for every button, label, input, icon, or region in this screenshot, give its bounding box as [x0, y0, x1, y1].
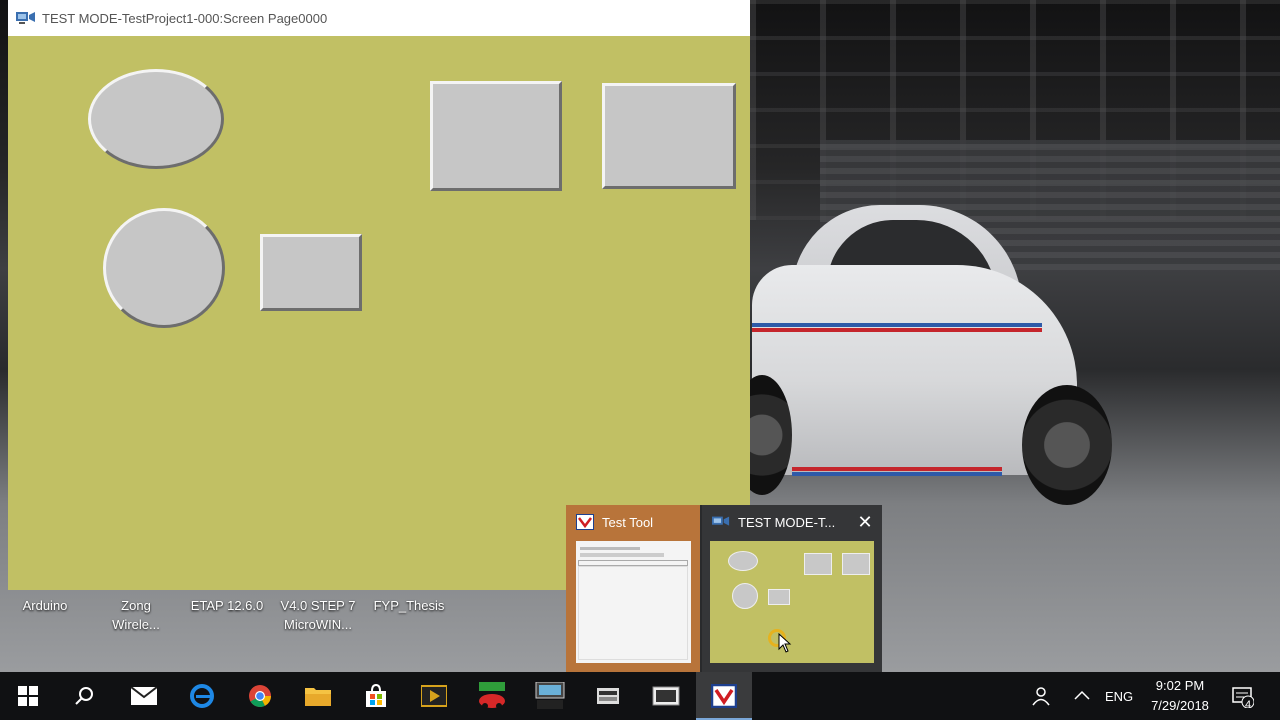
- thumbnail-test-tool[interactable]: Test Tool: [566, 505, 700, 672]
- taskbar-store[interactable]: [348, 672, 404, 720]
- hmi-ellipse-lamp[interactable]: [88, 69, 224, 169]
- modbus-app-icon: [479, 682, 505, 709]
- taskbar-media-app[interactable]: [406, 672, 462, 720]
- test-mode-app-icon: [712, 516, 730, 526]
- mail-icon: [131, 687, 157, 705]
- desktop-icon-label: V4.0 STEP 7: [280, 598, 356, 613]
- window-title: TEST MODE-TestProject1-000:Screen Page00…: [42, 10, 328, 26]
- windows-start-icon: [18, 686, 38, 706]
- media-app-icon: [421, 685, 447, 707]
- hmi-circle-lamp[interactable]: [103, 208, 225, 328]
- taskbar-hmi-device[interactable]: [638, 672, 694, 720]
- test-mode-window: TEST MODE-TestProject1-000:Screen Page00…: [8, 0, 750, 590]
- store-icon: [366, 684, 386, 707]
- taskbar-clock[interactable]: 9:02 PM 7/29/2018: [1140, 676, 1220, 716]
- people-icon[interactable]: [1030, 686, 1052, 706]
- taskbar-file-explorer[interactable]: [290, 672, 346, 720]
- wallpaper-car: [732, 205, 1112, 505]
- notification-count-badge: 4: [1245, 699, 1252, 711]
- mouse-cursor-icon: [778, 633, 792, 653]
- thumbnail-test-mode[interactable]: TEST MODE-T... ✕: [702, 505, 882, 672]
- test-tool-preview: [576, 541, 691, 663]
- taskbar-test-tool[interactable]: [696, 672, 752, 720]
- chrome-icon: [249, 685, 271, 707]
- thumbnail-title: TEST MODE-T...: [738, 514, 836, 530]
- desktop-icon-label: Arduino: [22, 598, 68, 613]
- hmi-small-button[interactable]: [260, 234, 362, 311]
- desktop-icon-step7[interactable]: V4.0 STEP 7 MicroWIN...: [276, 596, 360, 634]
- test-mode-app-icon: [16, 12, 35, 24]
- desktop-icon-etap[interactable]: ETAP 12.6.0: [186, 596, 268, 615]
- desktop-icon-zong[interactable]: Zong Wirele...: [100, 596, 172, 634]
- taskbar-modbus-app[interactable]: [464, 672, 520, 720]
- test-tool-icon: [711, 684, 737, 708]
- desktop-icon-label: Zong: [121, 598, 151, 613]
- start-button[interactable]: [0, 672, 56, 720]
- taskbar-edge[interactable]: [174, 672, 230, 720]
- edge-icon: [190, 684, 214, 708]
- test-mode-preview: [710, 541, 874, 663]
- clock-date: 7/29/2018: [1151, 698, 1209, 713]
- cxd-app-icon: [535, 682, 565, 709]
- clock-time: 9:02 PM: [1155, 678, 1205, 693]
- hmi-square-button-1[interactable]: [430, 81, 562, 191]
- language-indicator[interactable]: ENG: [1105, 689, 1133, 704]
- hmi-square-button-2[interactable]: [602, 83, 736, 189]
- desktop-icon-fyp-thesis[interactable]: FYP_Thesis: [370, 596, 448, 615]
- desktop-icon-arduino[interactable]: Arduino: [10, 596, 80, 615]
- chevron-up-icon[interactable]: [1074, 690, 1090, 700]
- thumbnail-title: Test Tool: [602, 514, 654, 530]
- taskbar: ENG 4: [0, 672, 1280, 720]
- desktop-icon-label: FYP_Thesis: [373, 598, 445, 613]
- taskbar-plc-device[interactable]: [580, 672, 636, 720]
- desktop-icon-label: MicroWIN...: [284, 617, 352, 632]
- taskbar-cxd-app[interactable]: [522, 672, 578, 720]
- file-explorer-icon: [305, 688, 331, 706]
- taskbar-thumbnail-popup: Test Tool TEST MODE-T... ✕: [566, 505, 882, 672]
- search-button[interactable]: [56, 672, 112, 720]
- taskbar-chrome[interactable]: [232, 672, 288, 720]
- taskbar-mail[interactable]: [116, 672, 172, 720]
- desktop-icon-label: Wirele...: [112, 617, 160, 632]
- hmi-device-icon: [652, 686, 680, 706]
- close-icon[interactable]: ✕: [854, 511, 876, 533]
- desktop-icon-label: ETAP 12.6.0: [190, 598, 264, 613]
- test-tool-icon: [576, 514, 594, 530]
- window-titlebar[interactable]: TEST MODE-TestProject1-000:Screen Page00…: [8, 0, 750, 36]
- plc-device-icon: [597, 688, 619, 704]
- search-icon: [75, 687, 93, 705]
